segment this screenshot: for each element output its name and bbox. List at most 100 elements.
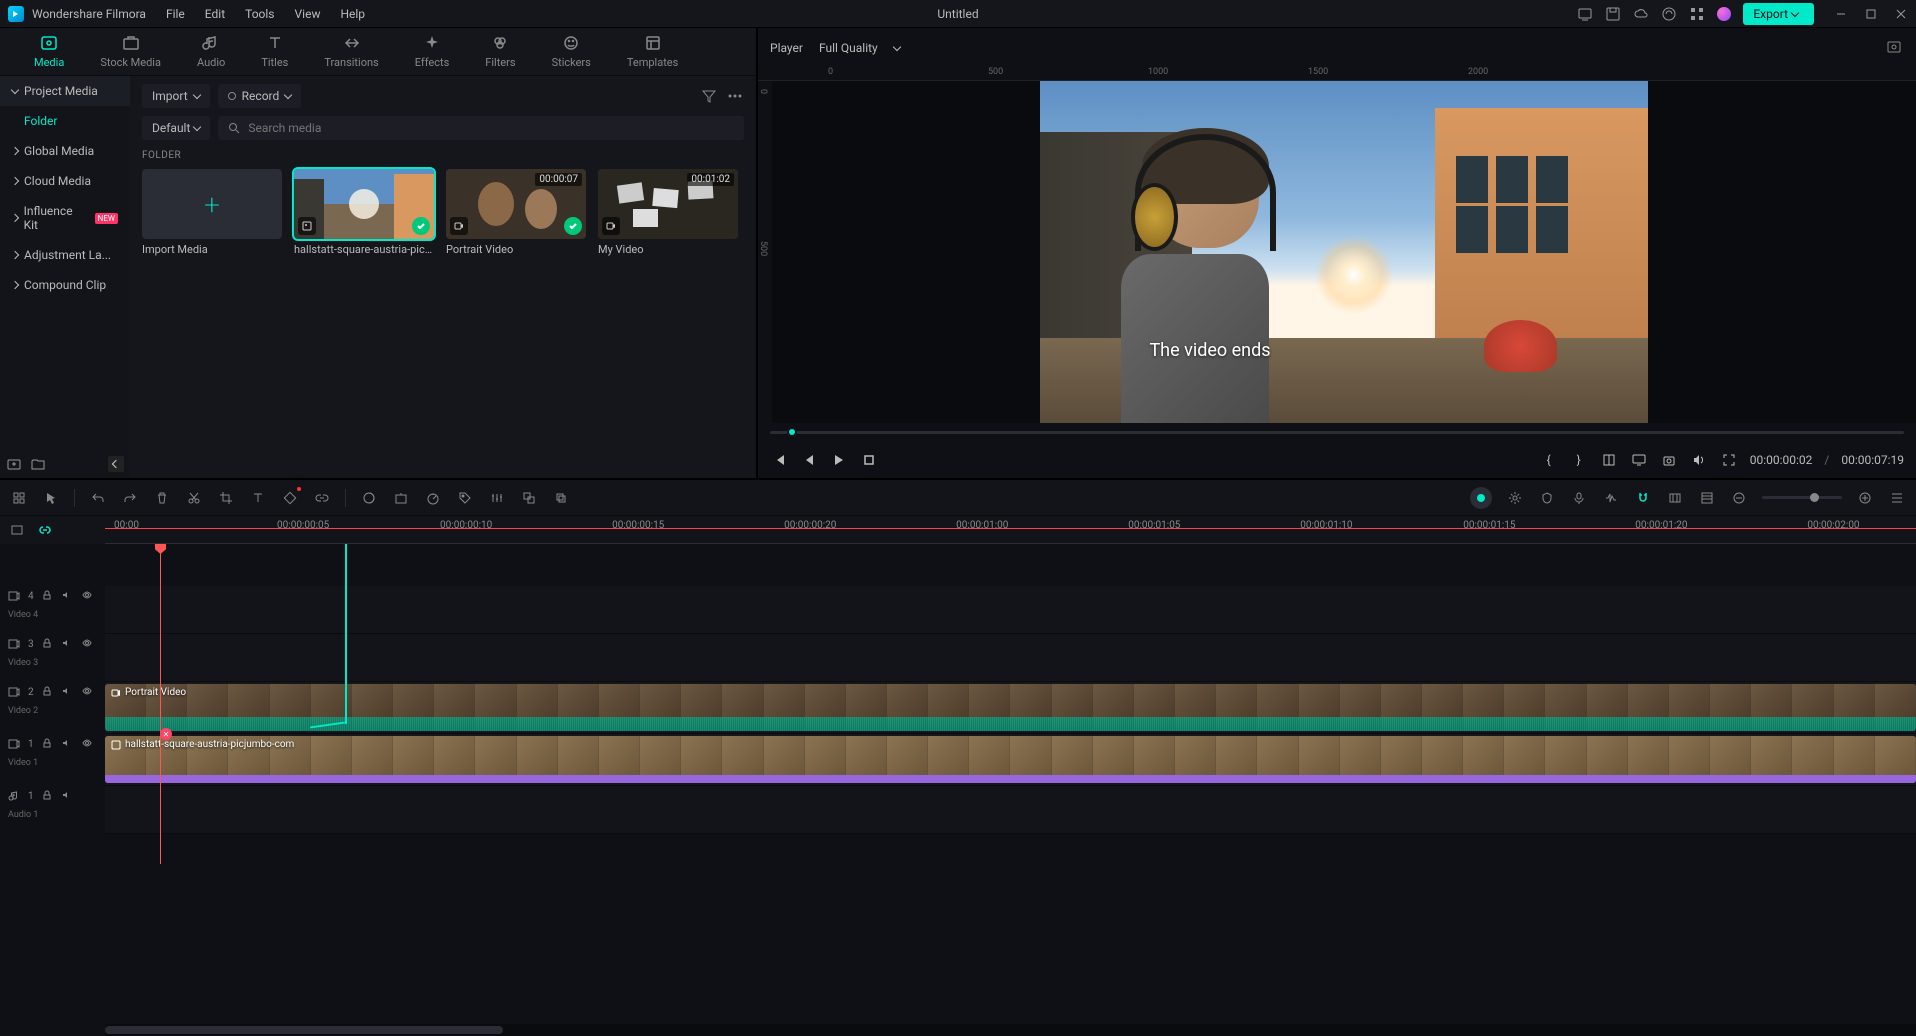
capture-icon[interactable] [1660, 451, 1678, 469]
export-button[interactable]: Export [1743, 3, 1814, 25]
frame-icon[interactable] [1666, 489, 1684, 507]
sidebar-item-cloud-media[interactable]: Cloud Media [0, 166, 130, 196]
menu-file[interactable]: File [166, 7, 185, 21]
menu-edit[interactable]: Edit [205, 7, 225, 21]
tab-titles[interactable]: Titles [243, 28, 306, 75]
audio-mixer-icon[interactable] [1602, 489, 1620, 507]
cut-icon[interactable] [185, 489, 203, 507]
search-input[interactable] [248, 121, 734, 135]
timeline-ruler[interactable]: 00:00 00:00:00:05 00:00:00:10 00:00:00:1… [105, 516, 1916, 544]
tab-transitions[interactable]: Transitions [306, 28, 396, 75]
sidebar-item-project-media[interactable]: Project Media [0, 76, 130, 106]
tab-stickers[interactable]: Stickers [534, 28, 609, 75]
lock-icon[interactable] [42, 590, 54, 602]
volume-icon[interactable] [1690, 451, 1708, 469]
fullscreen-icon[interactable] [1720, 451, 1738, 469]
keyframe-icon[interactable] [281, 489, 299, 507]
mute-icon[interactable] [62, 590, 74, 602]
tab-filters[interactable]: Filters [467, 28, 533, 75]
mark-out-button[interactable]: } [1570, 451, 1588, 469]
shield-icon[interactable] [1538, 489, 1556, 507]
redo-icon[interactable] [121, 489, 139, 507]
preview-canvas[interactable]: The video ends [772, 81, 1916, 423]
cloud-icon[interactable] [1633, 6, 1649, 22]
zoom-out-icon[interactable] [1730, 489, 1748, 507]
import-button[interactable]: Import [142, 84, 210, 108]
track-lane[interactable]: Portrait Video [105, 682, 1916, 734]
menu-view[interactable]: View [295, 7, 321, 21]
stop-button[interactable] [860, 451, 878, 469]
visibility-icon[interactable] [82, 738, 94, 750]
search-box[interactable] [218, 116, 744, 140]
tab-stock-media[interactable]: Stock Media [82, 28, 179, 75]
menu-tools[interactable]: Tools [245, 7, 274, 21]
close-button[interactable] [1894, 7, 1908, 21]
tab-media[interactable]: Media [16, 28, 82, 75]
lock-icon[interactable] [42, 638, 54, 650]
auto-ripple-icon[interactable] [36, 521, 54, 539]
tab-templates[interactable]: Templates [609, 28, 696, 75]
adjust-sliders-icon[interactable] [488, 489, 506, 507]
marker-list-icon[interactable] [1698, 489, 1716, 507]
media-card-hallstatt[interactable]: hallstatt-square-austria-picj... [294, 169, 434, 256]
snapshot-icon[interactable] [1886, 39, 1904, 57]
prev-frame-button[interactable] [770, 451, 788, 469]
mute-icon[interactable] [62, 790, 74, 802]
scrub-bar[interactable] [758, 423, 1916, 443]
visibility-icon[interactable] [82, 686, 94, 698]
playhead[interactable] [160, 544, 161, 864]
timeline-view-icon[interactable] [8, 521, 26, 539]
maximize-button[interactable] [1864, 7, 1878, 21]
quality-dropdown[interactable]: Full Quality [819, 41, 900, 55]
split-marker[interactable]: ✕ [160, 728, 172, 740]
sidebar-item-adjustment-layer[interactable]: Adjustment La... [0, 240, 130, 270]
crop-icon[interactable] [217, 489, 235, 507]
track-lane[interactable] [105, 634, 1916, 682]
minimize-button[interactable] [1834, 7, 1848, 21]
visibility-icon[interactable] [82, 638, 94, 650]
play-backward-button[interactable] [800, 451, 818, 469]
display-icon[interactable] [1630, 451, 1648, 469]
timeline-scrollbar[interactable] [0, 1024, 1916, 1036]
text-icon[interactable] [249, 489, 267, 507]
color-icon[interactable] [360, 489, 378, 507]
menu-help[interactable]: Help [340, 7, 365, 21]
collapse-sidebar-button[interactable] [108, 456, 124, 472]
magnet-icon[interactable] [1634, 489, 1652, 507]
zoom-in-icon[interactable] [1856, 489, 1874, 507]
zoom-handle[interactable] [1810, 493, 1819, 502]
copy-icon[interactable] [552, 489, 570, 507]
layout-icon[interactable] [1600, 451, 1618, 469]
sidebar-item-compound-clip[interactable]: Compound Clip [0, 270, 130, 300]
mute-icon[interactable] [62, 738, 74, 750]
add-track-icon[interactable] [10, 489, 28, 507]
media-card-portrait-video[interactable]: 00:00:07 Portrait Video [446, 169, 586, 256]
group-icon[interactable] [520, 489, 538, 507]
cursor-tool-icon[interactable] [42, 489, 60, 507]
more-icon[interactable] [726, 87, 744, 105]
tab-effects[interactable]: Effects [397, 28, 468, 75]
delete-icon[interactable] [153, 489, 171, 507]
mic-icon[interactable] [1570, 489, 1588, 507]
mark-in-button[interactable]: { [1540, 451, 1558, 469]
clip-hallstatt[interactable]: hallstatt-square-austria-picjumbo-com [105, 736, 1916, 783]
sidebar-item-influence-kit[interactable]: Influence KitNEW [0, 196, 130, 240]
zoom-slider[interactable] [1762, 496, 1842, 499]
track-lane[interactable] [105, 786, 1916, 834]
lock-icon[interactable] [42, 686, 54, 698]
adjust-icon[interactable] [392, 489, 410, 507]
save-icon[interactable] [1605, 6, 1621, 22]
filter-icon[interactable] [700, 87, 718, 105]
tag-icon[interactable] [456, 489, 474, 507]
visibility-icon[interactable] [82, 590, 94, 602]
avatar[interactable] [1717, 7, 1731, 21]
view-mode-icon[interactable] [1888, 489, 1906, 507]
scrub-handle[interactable] [787, 427, 797, 437]
apps-icon[interactable] [1689, 6, 1705, 22]
record-button[interactable]: Record [218, 84, 302, 108]
tab-audio[interactable]: Audio [179, 28, 243, 75]
media-card-my-video[interactable]: 00:01:02 My Video [598, 169, 738, 256]
new-folder-icon[interactable] [6, 456, 22, 472]
support-icon[interactable] [1661, 6, 1677, 22]
ai-tool-icon[interactable] [1470, 487, 1492, 509]
